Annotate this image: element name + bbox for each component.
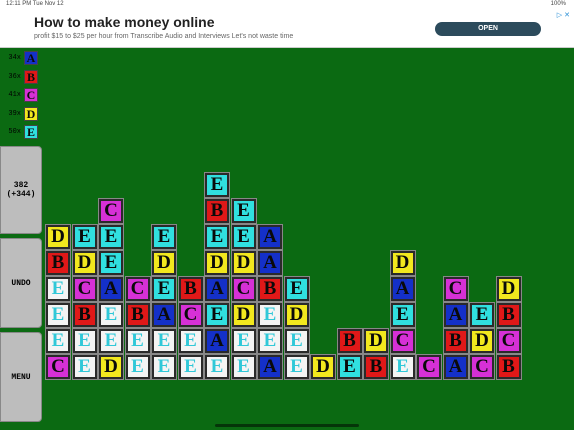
board-tile[interactable]: B xyxy=(177,276,204,302)
board-tile[interactable]: E xyxy=(204,354,230,380)
board-tile[interactable]: B xyxy=(363,354,389,380)
board-tile[interactable]: A xyxy=(442,302,469,328)
board-tile[interactable]: A xyxy=(389,276,416,302)
board-tile[interactable]: E xyxy=(336,354,363,380)
board-tile[interactable]: D xyxy=(469,328,495,354)
board-tile[interactable]: B xyxy=(442,328,469,354)
board-tile[interactable]: E xyxy=(230,224,257,250)
board-tile[interactable]: E xyxy=(151,276,177,302)
home-indicator xyxy=(215,424,359,427)
board-tile[interactable]: D xyxy=(283,302,310,328)
board-tile[interactable]: D xyxy=(45,224,71,250)
board-tile[interactable]: E xyxy=(71,224,98,250)
board-tile[interactable]: E xyxy=(151,354,177,380)
board-tile[interactable]: E xyxy=(230,328,257,354)
board-tile[interactable]: A xyxy=(442,354,469,380)
board-tile[interactable]: D xyxy=(151,250,177,276)
board-tile[interactable]: E xyxy=(257,302,283,328)
board-tile[interactable]: C xyxy=(98,198,124,224)
board-tile[interactable]: E xyxy=(98,328,124,354)
board-tile[interactable]: E xyxy=(283,276,310,302)
board-tile[interactable]: B xyxy=(495,354,522,380)
board-tile[interactable]: E xyxy=(98,250,124,276)
board-tile[interactable]: A xyxy=(257,224,283,250)
board-tile[interactable]: C xyxy=(389,328,416,354)
board-tile[interactable]: E xyxy=(230,198,257,224)
board-tile[interactable]: E xyxy=(98,224,124,250)
board-tile[interactable]: E xyxy=(177,328,204,354)
game-board: CEEEBDEEBCDEDEEAEECEEBCEEAEDEEECBEAEADEB… xyxy=(0,0,574,430)
board-tile[interactable]: B xyxy=(124,302,151,328)
board-tile[interactable]: C xyxy=(495,328,522,354)
board-tile[interactable]: E xyxy=(71,328,98,354)
board-tile[interactable]: E xyxy=(204,172,230,198)
board-tile[interactable]: B xyxy=(336,328,363,354)
board-tile[interactable]: E xyxy=(204,224,230,250)
board-tile[interactable]: E xyxy=(151,328,177,354)
board-tile[interactable]: A xyxy=(151,302,177,328)
board-tile[interactable]: D xyxy=(230,250,257,276)
board-tile[interactable]: E xyxy=(45,328,71,354)
board-tile[interactable]: A xyxy=(257,354,283,380)
board-tile[interactable]: E xyxy=(45,276,71,302)
board-tile[interactable]: B xyxy=(45,250,71,276)
board-tile[interactable]: E xyxy=(124,328,151,354)
board-tile[interactable]: E xyxy=(283,354,310,380)
board-tile[interactable]: E xyxy=(257,328,283,354)
board-tile[interactable]: D xyxy=(310,354,336,380)
board-tile[interactable]: D xyxy=(98,354,124,380)
board-tile[interactable]: D xyxy=(71,250,98,276)
board-tile[interactable]: E xyxy=(204,302,230,328)
board-tile[interactable]: D xyxy=(230,302,257,328)
board-tile[interactable]: E xyxy=(469,302,495,328)
board-tile[interactable]: A xyxy=(204,276,230,302)
board-tile[interactable]: A xyxy=(98,276,124,302)
board-tile[interactable]: D xyxy=(389,250,416,276)
board-tile[interactable]: E xyxy=(177,354,204,380)
board-tile[interactable]: E xyxy=(151,224,177,250)
board-tile[interactable]: C xyxy=(469,354,495,380)
board-tile[interactable]: A xyxy=(204,328,230,354)
board-tile[interactable]: C xyxy=(45,354,71,380)
board-tile[interactable]: D xyxy=(363,328,389,354)
board-tile[interactable]: B xyxy=(71,302,98,328)
board-tile[interactable]: C xyxy=(71,276,98,302)
board-tile[interactable]: E xyxy=(283,328,310,354)
board-tile[interactable]: C xyxy=(416,354,442,380)
board-tile[interactable]: C xyxy=(230,276,257,302)
board-tile[interactable]: E xyxy=(124,354,151,380)
board-tile[interactable]: E xyxy=(389,302,416,328)
board-tile[interactable]: E xyxy=(389,354,416,380)
board-tile[interactable]: C xyxy=(124,276,151,302)
board-tile[interactable]: D xyxy=(204,250,230,276)
board-tile[interactable]: C xyxy=(177,302,204,328)
board-tile[interactable]: B xyxy=(495,302,522,328)
board-tile[interactable]: B xyxy=(257,276,283,302)
board-tile[interactable]: E xyxy=(71,354,98,380)
board-tile[interactable]: A xyxy=(257,250,283,276)
board-tile[interactable]: D xyxy=(495,276,522,302)
board-tile[interactable]: C xyxy=(442,276,469,302)
board-tile[interactable]: E xyxy=(98,302,124,328)
board-tile[interactable]: E xyxy=(230,354,257,380)
board-tile[interactable]: B xyxy=(204,198,230,224)
board-tile[interactable]: E xyxy=(45,302,71,328)
